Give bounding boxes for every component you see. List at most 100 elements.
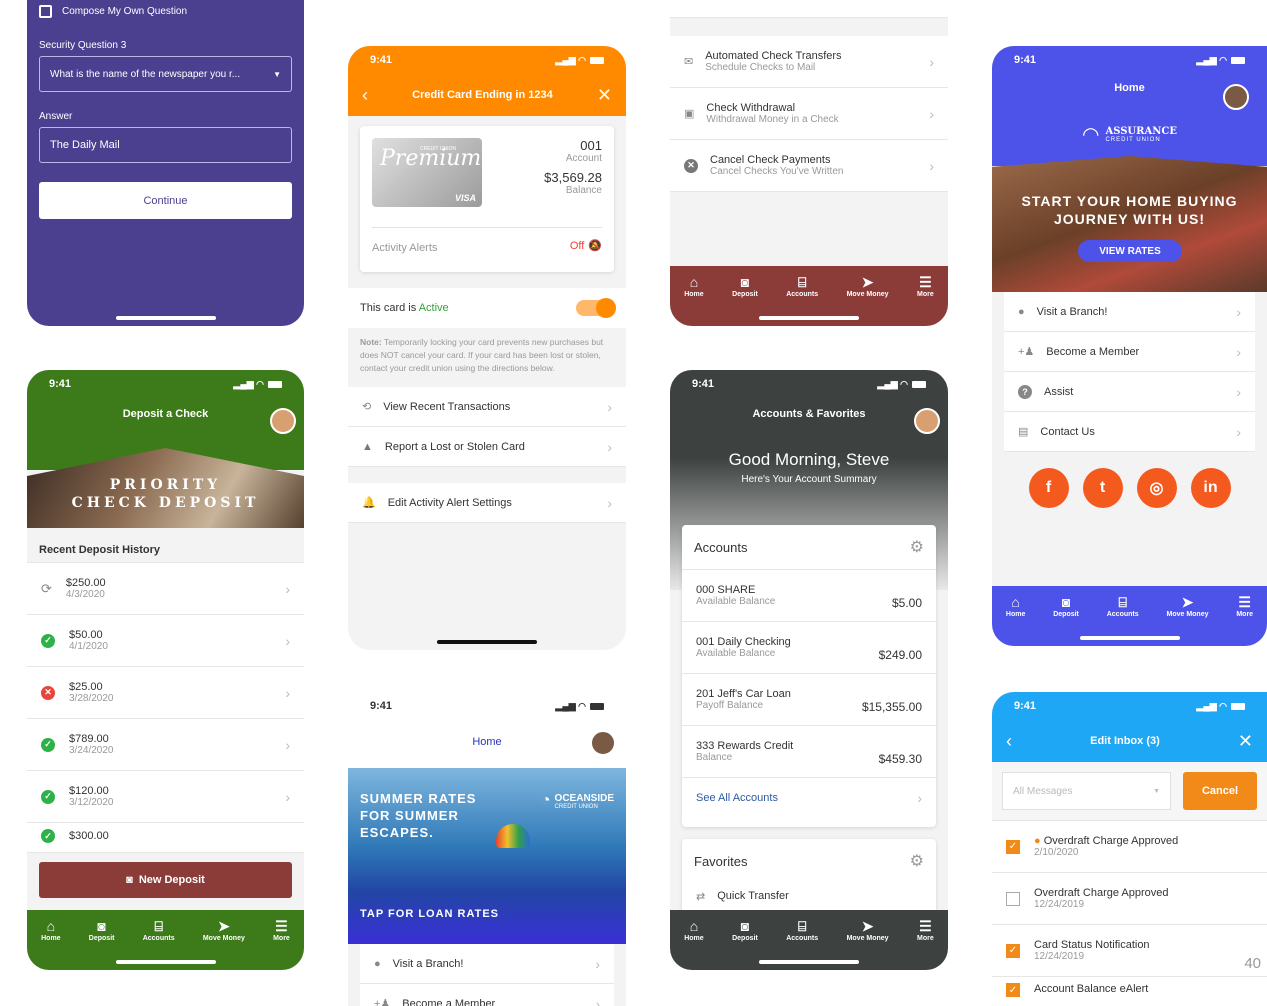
message-row[interactable]: ✓ Card Status Notification 12/24/2019 40: [992, 925, 1267, 977]
nav-move-money[interactable]: ➤ Move Money: [847, 275, 889, 298]
location-icon: ●: [1018, 305, 1025, 318]
balance: $3,569.28: [544, 170, 602, 185]
checkbox-checked[interactable]: ✓: [1006, 983, 1020, 997]
list-item[interactable]: ⟲ View Recent Transactions ›: [348, 387, 626, 427]
list-item[interactable]: ● Visit a Branch! ›: [360, 944, 614, 984]
nav-accounts[interactable]: ⌸ Accounts: [1107, 595, 1139, 618]
list-item[interactable]: ✓ $300.00: [27, 823, 304, 853]
favorite-item[interactable]: ⇄ Quick Transfer: [682, 883, 936, 909]
answer-input[interactable]: The Daily Mail: [39, 127, 292, 163]
back-icon[interactable]: ‹: [362, 85, 368, 106]
continue-button[interactable]: Continue: [39, 182, 292, 219]
list-item[interactable]: ✓ $50.00 4/1/2020 ›: [27, 615, 304, 667]
view-rates-button[interactable]: VIEW RATES: [1078, 240, 1182, 262]
nav-move-money[interactable]: ➤ Move Money: [847, 919, 889, 942]
nav-accounts[interactable]: ⌸ Accounts: [786, 919, 818, 942]
list-item[interactable]: ? Assist ›: [1004, 372, 1255, 412]
hero-line-1: SUMMER RATES: [360, 791, 477, 806]
edit-alerts-item[interactable]: 🔔 Edit Activity Alert Settings ›: [348, 483, 626, 523]
message-row[interactable]: ✓ Account Balance eAlert: [992, 977, 1267, 1006]
accounts-card: Accounts ⚙ 000 SHARE Available Balance $5.…: [682, 525, 936, 827]
hero-banner[interactable]: START YOUR HOME BUYING JOURNEY WITH US! …: [992, 156, 1267, 292]
chevron-right-icon: ›: [285, 736, 290, 753]
lock-toggle[interactable]: [576, 298, 616, 318]
avatar[interactable]: [590, 730, 616, 756]
cancel-button[interactable]: Cancel: [1183, 772, 1257, 810]
avatar[interactable]: [1223, 84, 1249, 110]
list-item[interactable]: +♟ Become a Member ›: [360, 984, 614, 1006]
see-all-link[interactable]: See All Accounts ›: [682, 778, 936, 818]
money-icon: ▣: [684, 108, 695, 120]
nav-move-money[interactable]: ➤ Move Money: [203, 919, 245, 942]
nav-home[interactable]: ⌂ Home: [684, 275, 703, 298]
close-icon[interactable]: ✕: [1238, 731, 1253, 752]
avatar[interactable]: [914, 408, 940, 434]
back-icon[interactable]: ‹: [1006, 731, 1012, 752]
status-bar: 9:41 ▂▄▆ ◠: [992, 46, 1267, 74]
message-row[interactable]: Overdraft Charge Approved 12/24/2019: [992, 873, 1267, 925]
nav-home[interactable]: ⌂ Home: [1006, 595, 1025, 618]
account-name: 001 Daily Checking: [696, 636, 791, 648]
time: 9:41: [49, 378, 72, 390]
nav-more[interactable]: ☰ More: [917, 919, 934, 942]
list-item[interactable]: +♟ Become a Member ›: [1004, 332, 1255, 372]
list-item[interactable]: ✉ Automated Check Transfers Schedule Check…: [670, 36, 948, 88]
filter-select[interactable]: All Messages ▼: [1002, 772, 1171, 810]
checkbox-unchecked[interactable]: [1006, 891, 1020, 906]
nav-deposit[interactable]: ◙ Deposit: [1053, 595, 1079, 618]
nav-home[interactable]: ⌂ Home: [41, 919, 60, 942]
settings-icon[interactable]: ⚙: [910, 851, 924, 871]
list-item[interactable]: ✕ Cancel Check Payments Cancel Checks You'…: [670, 140, 948, 192]
account-row[interactable]: 001 Daily Checking Available Balance $249.…: [682, 622, 936, 674]
nav-more[interactable]: ☰ More: [273, 919, 290, 942]
list-item[interactable]: ● Visit a Branch! ›: [1004, 292, 1255, 332]
nav-accounts[interactable]: ⌸ Accounts: [786, 275, 818, 298]
nav-deposit[interactable]: ◙ Deposit: [732, 919, 758, 942]
hero-banner[interactable]: SUMMER RATES FOR SUMMER ESCAPES. ◔ OCEAN…: [348, 768, 626, 944]
new-deposit-button[interactable]: ◙ New Deposit: [39, 862, 292, 898]
list-item[interactable]: ▤ Contact Us ›: [1004, 412, 1255, 452]
list-item[interactable]: ✕ $25.00 3/28/2020 ›: [27, 667, 304, 719]
chevron-right-icon: ›: [607, 398, 612, 415]
item-sub: Withdrawal Money in a Check: [706, 114, 839, 125]
account-row[interactable]: 201 Jeff's Car Loan Payoff Balance $15,355…: [682, 674, 936, 726]
account-balance: $249.00: [878, 647, 922, 662]
facebook-icon[interactable]: f: [1028, 468, 1069, 508]
nav-deposit[interactable]: ◙ Deposit: [732, 275, 758, 298]
settings-icon[interactable]: ⚙: [910, 537, 924, 557]
loan-rates-cta[interactable]: TAP FOR LOAN RATES: [360, 908, 499, 920]
chevron-right-icon: ›: [595, 955, 600, 972]
nav-home[interactable]: ⌂ Home: [684, 919, 703, 942]
twitter-icon[interactable]: t: [1082, 468, 1123, 508]
nav-move-money[interactable]: ➤ Move Money: [1166, 595, 1208, 618]
nav-more[interactable]: ☰ More: [1236, 595, 1253, 618]
message-row[interactable]: ✓ ● Overdraft Charge Approved 2/10/2020: [992, 821, 1267, 873]
account-row[interactable]: 333 Rewards Credit Balance $459.30: [682, 726, 936, 778]
checkbox-checked[interactable]: ✓: [1006, 943, 1020, 958]
nav-label: Move Money: [202, 935, 245, 942]
list-item[interactable]: ✓ $120.00 3/12/2020 ›: [27, 771, 304, 823]
error-icon: ✕: [41, 685, 55, 700]
linkedin-icon[interactable]: in: [1190, 468, 1231, 508]
list-item[interactable]: ⟳ $250.00 4/3/2020 ›: [27, 563, 304, 615]
list-item[interactable]: ▲ Report a Lost or Stolen Card ›: [348, 427, 626, 467]
checkbox-checked[interactable]: ✓: [1006, 839, 1020, 854]
nav-accounts[interactable]: ⌸ Accounts: [143, 919, 175, 942]
alerts-toggle[interactable]: Off 🔕: [570, 239, 602, 253]
message-date: 12/24/2019: [1034, 899, 1085, 910]
avatar[interactable]: [270, 408, 296, 434]
list-item[interactable]: ✓ $789.00 3/24/2020 ›: [27, 719, 304, 771]
camera-icon: ◙: [1061, 594, 1071, 610]
select-value: What is the name of the newspaper you r.…: [50, 68, 241, 80]
send-icon: ➤: [861, 918, 874, 934]
item-label: Visit a Branch!: [392, 957, 464, 970]
nav-deposit[interactable]: ◙ Deposit: [89, 919, 115, 942]
list-item[interactable]: ▣ Check Withdrawal Withdrawal Money in a C…: [670, 88, 948, 140]
compose-checkbox-row[interactable]: Compose My Own Question: [39, 5, 187, 18]
nav-more[interactable]: ☰ More: [917, 275, 934, 298]
instagram-icon[interactable]: ◎: [1136, 468, 1177, 508]
account-row[interactable]: 000 SHARE Available Balance $5.00: [682, 570, 936, 622]
checkbox[interactable]: [39, 5, 52, 18]
security-question-select[interactable]: What is the name of the newspaper you r.…: [39, 56, 292, 92]
close-icon[interactable]: ✕: [597, 85, 612, 106]
